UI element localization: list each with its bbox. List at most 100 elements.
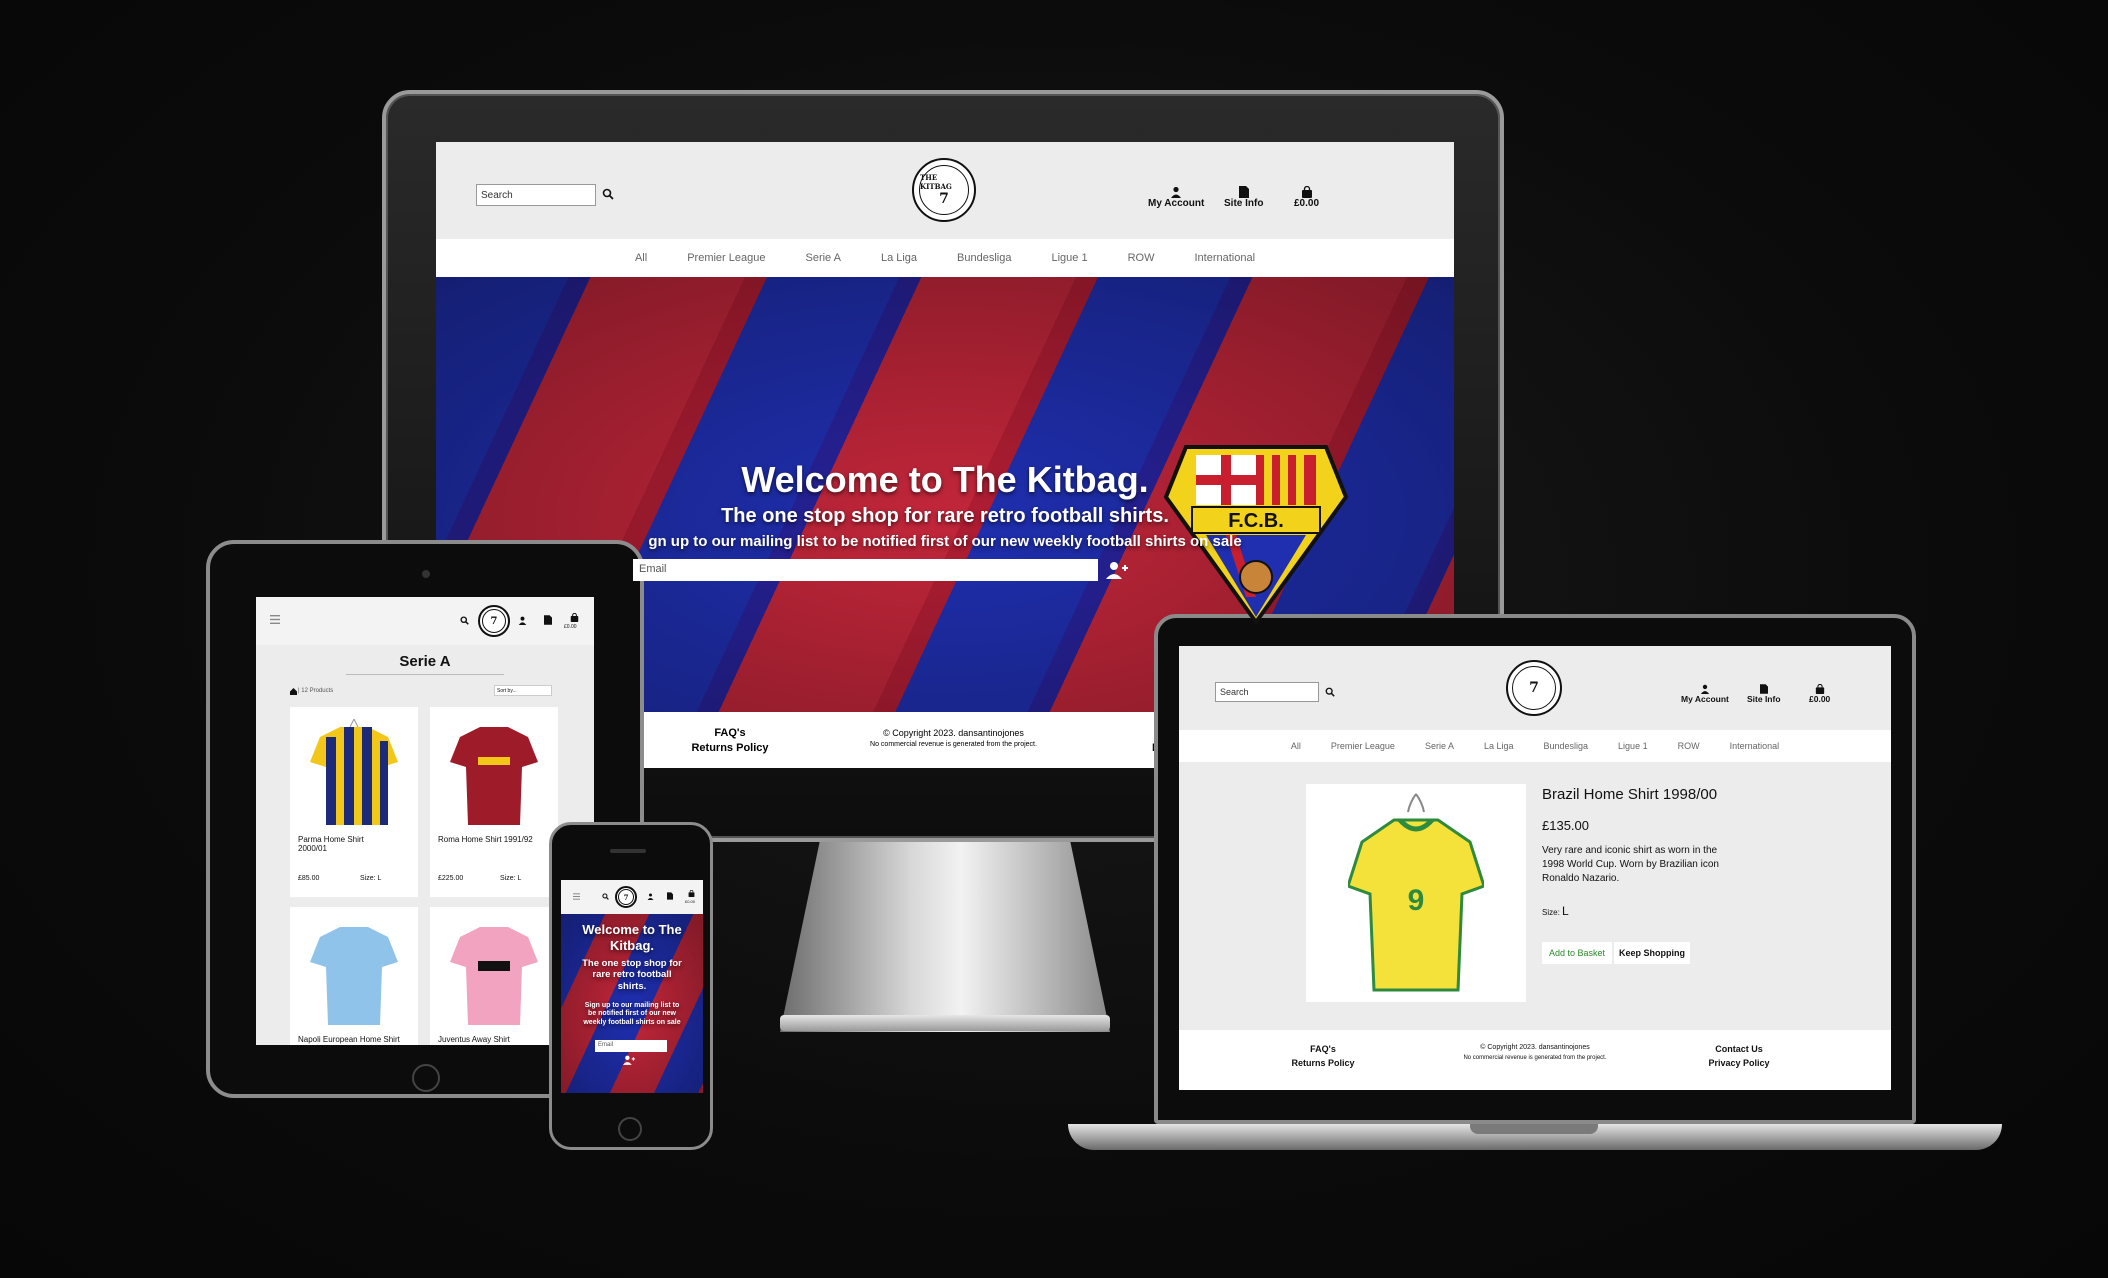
phone-hero-title: Welcome to The Kitbag. [582,922,682,953]
product-card-roma[interactable]: Roma Home Shirt 1991/92 £225.00 Size: L [430,707,558,897]
site-info-button[interactable]: Site Info [1747,684,1781,704]
tablet-screen: 7 £0.00 Serie A | 12 Products Sort by...… [256,597,594,1045]
footer-copyright: © Copyright 2023. dansantinojones [1480,1044,1590,1051]
phone-home-button [618,1117,642,1141]
tablet-camera [422,570,430,578]
brazil-shirt-image: 9 [1348,793,1484,992]
footer-note: No commercial revenue is generated from … [870,741,1037,748]
nav-all[interactable]: All [1291,741,1301,751]
basket-button[interactable]: £0.00 [1809,684,1830,704]
basket-button[interactable]: £0.00 [1294,186,1319,209]
nav-la-liga[interactable]: La Liga [1484,741,1514,751]
product-card-napoli[interactable]: Napoli European Home Shirt [290,907,418,1045]
nav-row[interactable]: ROW [1128,252,1155,264]
nav-serie-a[interactable]: Serie A [805,252,840,264]
basket-total: £0.00 [1294,198,1320,209]
search-placeholder: Search [1220,687,1249,697]
product-card-parma[interactable]: Parma Home Shirt 2000/01 £85.00 Size: L [290,707,418,897]
add-to-basket-button[interactable]: Add to Basket [1542,942,1612,964]
footer-copyright: © Copyright 2023. dansantinojones [883,728,1024,738]
phone-email-input[interactable]: Email [595,1040,667,1052]
nav-all[interactable]: All [635,252,647,264]
site-logo[interactable]: THE KITBAG 7 [912,158,976,222]
basket-total[interactable]: £0.00 [564,624,577,630]
footer-faq-link[interactable]: FAQ's [690,727,770,739]
user-icon[interactable] [518,616,527,625]
search-input[interactable]: Search [1215,682,1319,702]
nav-premier-league[interactable]: Premier League [687,252,765,264]
product-size: Size: L [500,875,522,882]
tablet-header: 7 £0.00 [256,597,594,645]
nav-bundesliga[interactable]: Bundesliga [1544,741,1589,751]
home-icon[interactable] [290,688,297,695]
sort-select[interactable]: Sort by... [494,685,552,696]
laptop-nav: All Premier League Serie A La Liga Bunde… [1179,730,1891,762]
account-button[interactable]: My Account [1681,684,1729,704]
search-placeholder: Search [481,189,513,201]
nav-international[interactable]: International [1194,252,1255,264]
desktop-nav: All Premier League Serie A La Liga Bunde… [436,239,1454,277]
bag-icon[interactable] [688,890,695,897]
product-size: Size: L [360,875,382,882]
add-user-icon[interactable] [1106,561,1128,579]
nav-ligue-1[interactable]: Ligue 1 [1618,741,1648,751]
footer-returns-link[interactable]: Returns Policy [1269,1058,1377,1068]
desktop-header: Search THE KITBAG 7 My Account Site Info … [436,142,1454,239]
footer-faq-link[interactable]: FAQ's [1283,1044,1363,1054]
nav-international[interactable]: International [1730,741,1780,751]
user-icon[interactable] [647,893,654,900]
product-name[interactable]: Parma Home Shirt 2000/01 [298,835,388,853]
product-name[interactable]: Roma Home Shirt 1991/92 [438,835,558,844]
nav-ligue-1[interactable]: Ligue 1 [1051,252,1087,264]
site-info-button[interactable]: Site Info [1224,186,1263,209]
basket-total[interactable]: £0.00 [685,899,695,904]
hamburger-icon[interactable] [270,615,280,624]
keep-shopping-button[interactable]: Keep Shopping [1614,942,1690,964]
site-logo[interactable]: 7 [1506,660,1562,716]
juventus-shirt-image [450,927,538,1025]
hero-title: Welcome to The Kitbag. [741,459,1149,500]
logo-text: THE KITBAG [920,173,952,191]
document-icon[interactable] [544,615,552,625]
email-placeholder: Email [598,1042,614,1048]
hero-subtitle: The one stop shop for rare retro footbal… [721,505,1169,527]
footer-privacy-link[interactable]: Privacy Policy [1689,1058,1789,1068]
document-icon [1238,186,1249,198]
search-input[interactable]: Search [476,184,596,206]
document-icon[interactable] [667,892,673,900]
product-name[interactable]: Napoli European Home Shirt [298,1035,418,1044]
parma-shirt-image [310,718,398,825]
footer-note: No commercial revenue is generated from … [1463,1055,1607,1061]
nav-premier-league[interactable]: Premier League [1331,741,1395,751]
account-button[interactable]: My Account [1148,186,1204,209]
mockup-stage: Search THE KITBAG 7 My Account Site Info … [0,0,2108,1278]
hamburger-icon[interactable] [573,893,580,900]
nav-la-liga[interactable]: La Liga [881,252,917,264]
add-user-icon[interactable] [623,1055,635,1065]
footer-returns-link[interactable]: Returns Policy [666,742,794,754]
svg-text:9: 9 [1408,884,1425,917]
laptop-notch [1470,1124,1598,1134]
footer-contact-link[interactable]: Contact Us [1699,1044,1779,1054]
search-icon[interactable] [1325,687,1335,697]
document-icon [1759,684,1768,694]
product-price: £85.00 [298,875,320,882]
basket-total: £0.00 [1809,694,1831,704]
site-logo[interactable]: 7 [615,886,637,908]
product-size: Size: L [1542,904,1569,918]
hero-email-input[interactable]: Email [633,559,1098,581]
nav-serie-a[interactable]: Serie A [1425,741,1454,751]
product-name[interactable]: Juventus Away Shirt [438,1035,558,1044]
nav-bundesliga[interactable]: Bundesliga [957,252,1011,264]
site-logo[interactable]: 7 [478,605,510,637]
search-icon[interactable] [460,616,469,625]
search-icon[interactable] [602,893,609,900]
product-card-juventus[interactable]: Juventus Away Shirt [430,907,558,1045]
bag-icon[interactable] [570,613,579,622]
phone-hero-subtitle: The one stop shop for rare retro footbal… [582,958,682,992]
napoli-shirt-image [310,927,398,1025]
nav-row[interactable]: ROW [1678,741,1700,751]
product-count-text: 12 Products [301,688,334,694]
search-icon[interactable] [602,188,614,200]
roma-shirt-image [450,727,538,825]
